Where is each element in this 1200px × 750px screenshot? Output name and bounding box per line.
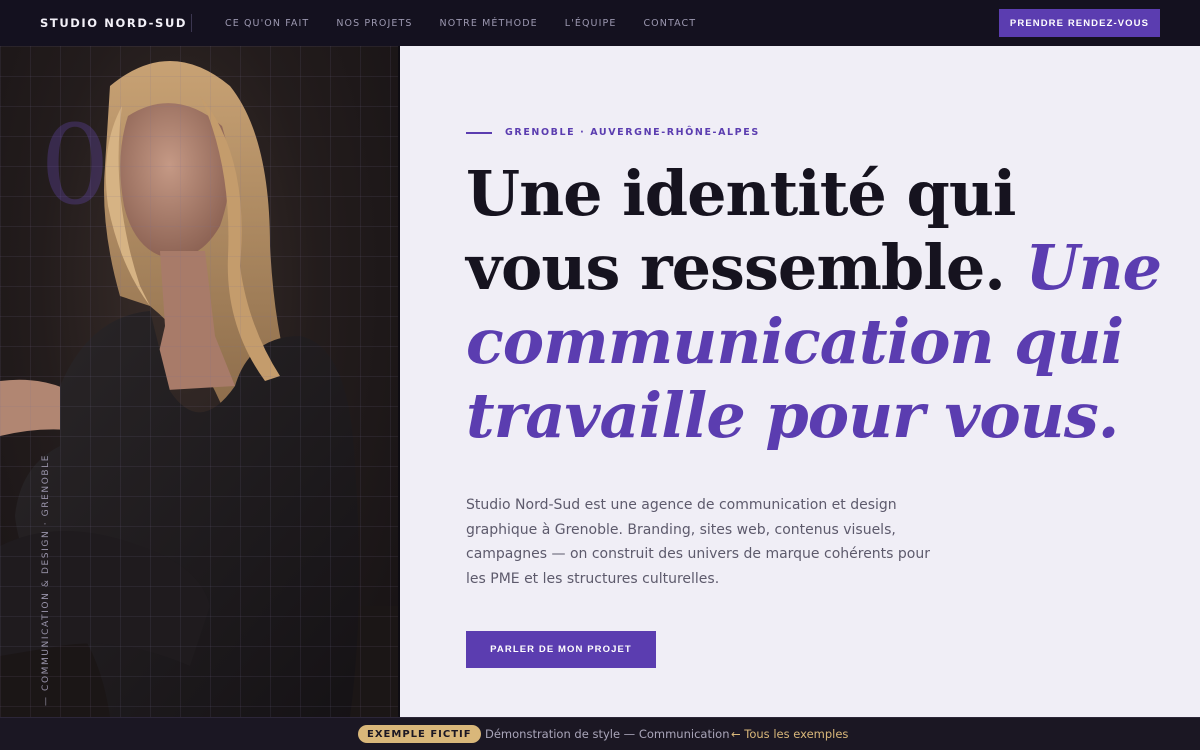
book-appointment-button[interactable]: PRENDRE RENDEZ-VOUS bbox=[999, 9, 1160, 37]
nav-divider bbox=[191, 14, 192, 32]
top-navigation: STUDIO NORD-SUD CE QU'ON FAIT NOS PROJET… bbox=[0, 0, 1200, 46]
eyebrow-text: GRENOBLE · AUVERGNE-RHÔNE-ALPES bbox=[505, 127, 760, 138]
hero-headline: Une identité qui vous ressemble. Une com… bbox=[466, 157, 1166, 453]
hero-intro: Studio Nord-Sud est une agence de commun… bbox=[466, 497, 930, 587]
all-examples-link[interactable]: ← Tous les exemples bbox=[731, 727, 848, 741]
discuss-project-button[interactable]: PARLER DE MON PROJET bbox=[466, 631, 656, 668]
nav-link-contact[interactable]: CONTACT bbox=[643, 18, 696, 29]
hero-content: GRENOBLE · AUVERGNE-RHÔNE-ALPES Une iden… bbox=[402, 46, 1200, 717]
brand-logo[interactable]: STUDIO NORD-SUD bbox=[40, 16, 187, 30]
vertical-tagline: — COMMUNICATION & DESIGN · GRENOBLE bbox=[41, 453, 51, 706]
fictional-example-badge: EXEMPLE FICTIF bbox=[358, 725, 481, 743]
location-eyebrow: GRENOBLE · AUVERGNE-RHÔNE-ALPES bbox=[466, 127, 760, 138]
headline-plain: Une identité qui vous ressemble. bbox=[466, 157, 1026, 304]
demo-description: Démonstration de style — Communication bbox=[485, 727, 730, 741]
nav-links: CE QU'ON FAIT NOS PROJETS NOTRE MÉTHODE … bbox=[225, 18, 723, 29]
demo-bar: EXEMPLE FICTIF Démonstration de style — … bbox=[0, 717, 1200, 750]
nav-link-team[interactable]: L'ÉQUIPE bbox=[565, 18, 617, 29]
hero-photo-panel: 0 — COMMUNICATION & DESIGN · GRENOBLE bbox=[0, 46, 400, 717]
eyebrow-line bbox=[466, 131, 492, 134]
nav-link-services[interactable]: CE QU'ON FAIT bbox=[225, 18, 309, 29]
nav-link-projects[interactable]: NOS PROJETS bbox=[336, 18, 412, 29]
nav-link-method[interactable]: NOTRE MÉTHODE bbox=[440, 18, 538, 29]
decorative-numeral: 0 bbox=[40, 101, 110, 229]
